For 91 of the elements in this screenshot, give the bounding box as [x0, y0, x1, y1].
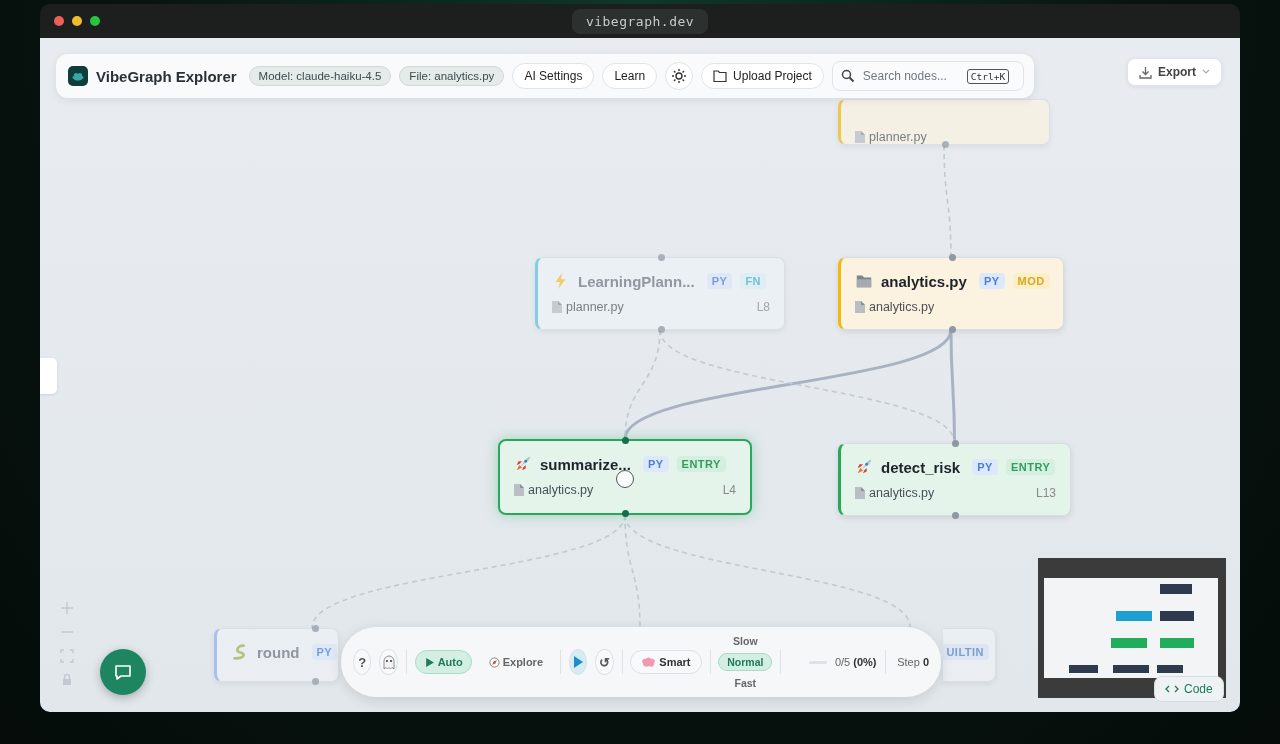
type-badge: ENTRY — [676, 456, 726, 472]
connection-handle[interactable] — [311, 678, 319, 685]
brain-logo-icon — [68, 66, 88, 86]
node-card[interactable]: summarize... PY ENTRY analytics.py L4 — [498, 439, 752, 515]
chevron-down-icon — [1202, 69, 1210, 75]
ghost-button[interactable] — [379, 649, 398, 675]
play-icon — [423, 656, 435, 668]
code-icon — [1165, 685, 1179, 693]
step-counter: Step 0 — [897, 656, 930, 668]
file-icon — [855, 131, 865, 143]
progress-text: 0/5 (0%) — [834, 656, 877, 668]
line-number: L4 — [722, 483, 736, 497]
connection-handle[interactable] — [621, 437, 629, 444]
type-badge: PY — [706, 273, 733, 289]
rocket-icon — [514, 455, 532, 473]
close-button[interactable] — [54, 16, 64, 26]
speed-option[interactable]: Normal — [718, 653, 773, 671]
file-icon — [855, 301, 865, 313]
file-name: analytics.py — [869, 300, 935, 314]
node-card[interactable]: LearningPlann... PY FN planner.py L8 — [535, 257, 785, 330]
node-card[interactable]: analytics.py PY MOD analytics.py — [838, 257, 1064, 330]
file-icon — [514, 484, 524, 496]
strategy-button[interactable]: Smart — [630, 650, 702, 674]
node-title: analytics.py — [881, 272, 967, 290]
connection-handle[interactable] — [948, 254, 956, 261]
lock-icon[interactable] — [60, 673, 74, 687]
play-button[interactable] — [568, 649, 588, 675]
folder-icon — [713, 70, 728, 82]
ghost-icon — [380, 654, 397, 670]
toolbar-button[interactable]: Learn — [602, 63, 658, 89]
theme-toggle-button[interactable] — [665, 62, 694, 90]
type-badge: PY — [978, 273, 1005, 289]
connection-handle[interactable] — [948, 326, 956, 333]
sidebar-toggle[interactable] — [40, 358, 57, 394]
type-badge: PY — [972, 459, 998, 475]
address-bar[interactable]: vibegraph.dev — [571, 8, 709, 34]
minimap-drawing[interactable] — [1038, 558, 1226, 698]
connection-handle[interactable] — [621, 510, 629, 517]
speed-option[interactable]: Slow — [724, 632, 767, 650]
line-number: L8 — [756, 300, 770, 314]
type-badge: PY — [642, 456, 669, 472]
download-icon — [1139, 65, 1152, 79]
node-title: round — [257, 643, 300, 661]
search-input[interactable]: Search nodes... — [860, 68, 961, 84]
info-pill: Model: claude-haiku-4.5 — [248, 66, 392, 86]
node-card[interactable]: detect_risk PY ENTRY analytics.py L13 — [838, 443, 1071, 516]
type-badge: MOD — [1012, 273, 1050, 289]
connection-handle[interactable] — [941, 141, 949, 148]
code-button[interactable]: Code — [1154, 676, 1224, 702]
connection-handle[interactable] — [952, 440, 959, 447]
minimize-button[interactable] — [72, 16, 82, 26]
mode-toggle[interactable]: Auto — [414, 650, 472, 674]
type-badge: UILTIN — [941, 644, 989, 660]
file-icon — [855, 487, 865, 499]
file-name: analytics.py — [528, 483, 594, 497]
file-name: planner.py — [566, 300, 624, 314]
type-badge: ENTRY — [1005, 459, 1056, 475]
node-title: summarize... — [540, 455, 631, 473]
type-badge: PY — [311, 644, 338, 660]
play-icon — [572, 656, 583, 668]
export-button[interactable]: Export — [1127, 58, 1222, 86]
connection-handle[interactable] — [657, 326, 665, 333]
file-name: planner.py — [869, 130, 927, 144]
node-title: detect_risk — [881, 458, 961, 476]
rocket-icon — [855, 458, 873, 476]
search-field[interactable]: Search nodes... Ctrl+K — [831, 61, 1024, 91]
maximize-button[interactable] — [90, 16, 100, 26]
help-button[interactable]: ? — [353, 649, 372, 675]
node-title: LearningPlann... — [578, 272, 695, 290]
line-number: L13 — [1035, 486, 1056, 500]
search-icon — [840, 69, 855, 83]
node-card[interactable]: planner.py — [838, 99, 1050, 145]
toolbar-button[interactable]: AI Settings — [512, 63, 595, 89]
info-pill: File: analytics.py — [399, 66, 505, 86]
app-title: VibeGraph Explorer — [96, 67, 237, 85]
reset-button[interactable]: ↺ — [595, 649, 614, 675]
chat-button[interactable] — [100, 649, 146, 695]
chat-bubble-icon — [113, 662, 133, 682]
mode-toggle[interactable]: Explore — [479, 650, 553, 674]
type-badge: FN — [740, 273, 767, 289]
brain-icon — [641, 656, 656, 668]
connection-handle[interactable] — [952, 512, 959, 519]
sun-icon — [671, 68, 688, 84]
speed-option[interactable]: Fast — [725, 674, 766, 692]
file-icon — [552, 301, 562, 313]
connection-handle[interactable] — [657, 254, 665, 261]
upload-project-button[interactable]: Upload Project — [701, 63, 824, 89]
file-name: analytics.py — [869, 486, 935, 500]
shortcut-key: Ctrl+K — [966, 68, 1010, 84]
connection-handle[interactable] — [311, 625, 319, 632]
compass-icon — [488, 656, 500, 668]
